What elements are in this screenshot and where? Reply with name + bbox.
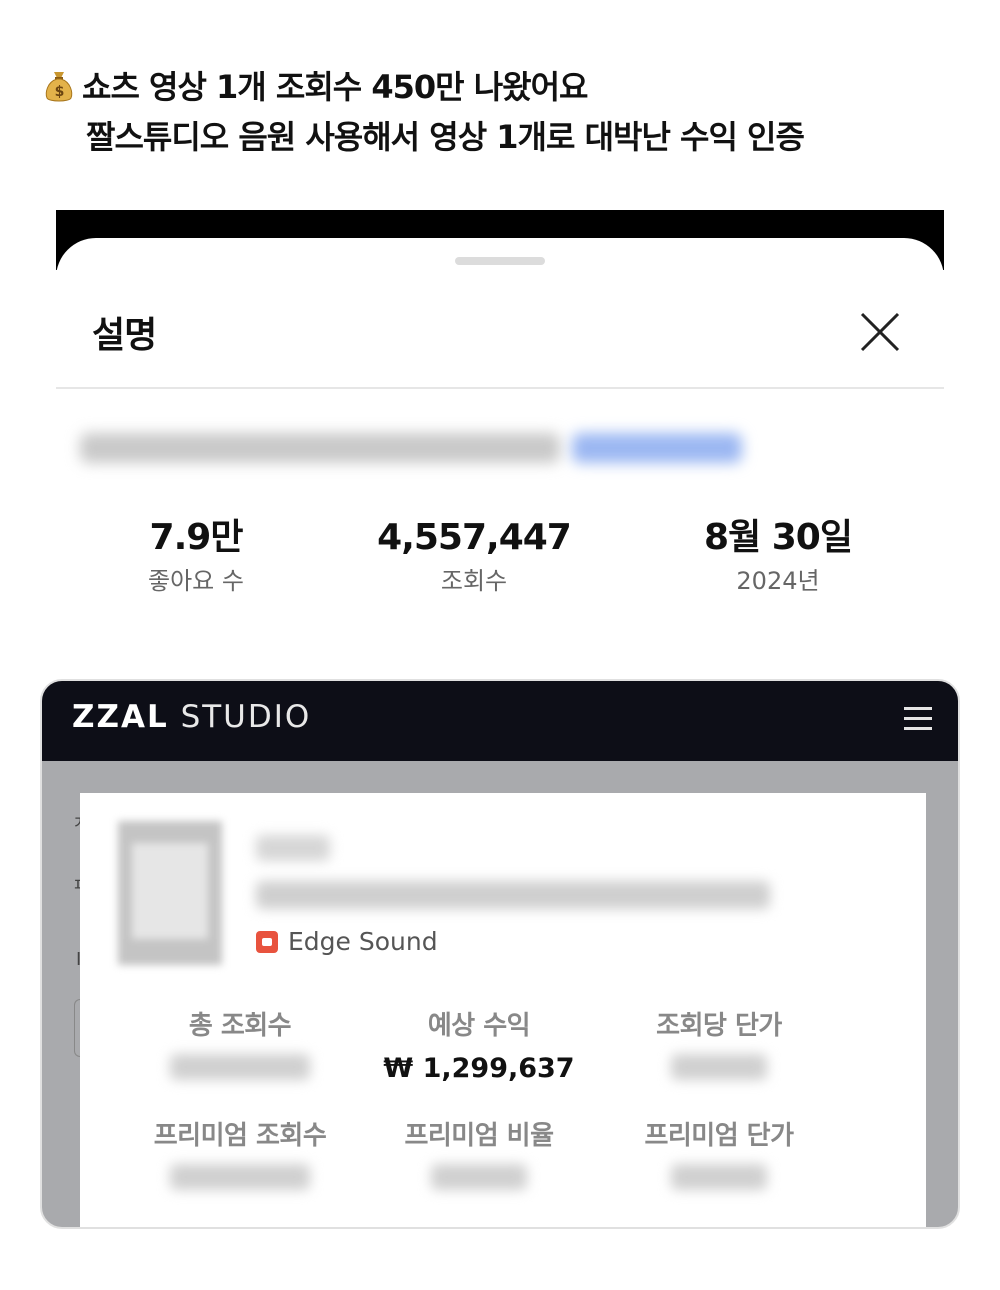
- zzal-studio-app: ZZAL STUDIO ㅈ ㅍ I Edge Sound 총 조회수 예상 수익…: [40, 679, 960, 1229]
- blurred-value: [671, 1164, 767, 1190]
- logo-strong: ZZAL: [72, 699, 169, 735]
- metric-premium-views: 프리미엄 조회수: [120, 1115, 360, 1190]
- year-label: 2024년: [736, 567, 820, 595]
- stat-date: 8월 30일 2024년: [648, 514, 908, 598]
- blurred-description: [80, 433, 560, 463]
- views-label: 조회수: [440, 567, 508, 595]
- headline-text-1: 쇼츠 영상 1개 조회수 450만 나왔어요: [82, 68, 588, 106]
- metric-premium-price: 프리미엄 단가: [599, 1115, 839, 1190]
- revenue-value: ₩ 1,299,637: [383, 1053, 575, 1084]
- blurred-channel-name: [256, 835, 330, 861]
- metric-label: 프리미엄 단가: [644, 1121, 794, 1151]
- metric-estimated-revenue: 예상 수익 ₩ 1,299,637: [359, 1005, 599, 1086]
- blurred-hashtag: [572, 433, 742, 463]
- metric-label: 예상 수익: [427, 1011, 531, 1041]
- headline: $ 쇼츠 영상 1개 조회수 450만 나왔어요 짤스튜디오 음원 사용해서 영…: [44, 62, 805, 162]
- blurred-video-title: [256, 881, 770, 909]
- video-revenue-card: Edge Sound 총 조회수 예상 수익 ₩ 1,299,637 조회당 단…: [80, 793, 926, 1227]
- zzal-studio-logo[interactable]: ZZAL STUDIO: [72, 699, 311, 735]
- sheet-title: 설명: [92, 315, 157, 356]
- sound-source: Edge Sound: [256, 927, 438, 956]
- views-value: 4,557,447: [377, 517, 572, 558]
- metric-label: 조회당 단가: [656, 1011, 782, 1041]
- sheet-grabber[interactable]: [455, 257, 545, 265]
- likes-value: 7.9만: [149, 517, 244, 558]
- metric-premium-ratio: 프리미엄 비율: [359, 1115, 599, 1190]
- hamburger-menu-icon[interactable]: [904, 707, 934, 733]
- stat-views: 4,557,447 조회수: [344, 514, 604, 598]
- logo-light: STUDIO: [180, 699, 312, 735]
- money-bag-icon: $: [45, 72, 73, 102]
- blurred-value: [170, 1164, 310, 1190]
- description-sheet: 설명 7.9만 좋아요 수 4,557,447 조회수 8월 30일 2024년: [56, 238, 944, 658]
- headline-line-1: $ 쇼츠 영상 1개 조회수 450만 나왔어요: [44, 62, 804, 112]
- edge-sound-icon: [256, 931, 278, 953]
- stat-likes: 7.9만 좋아요 수: [66, 514, 326, 598]
- metric-price-per-view: 조회당 단가: [599, 1005, 839, 1080]
- metric-label: 프리미엄 조회수: [153, 1121, 327, 1151]
- metric-label: 프리미엄 비율: [404, 1121, 554, 1151]
- sheet-divider: [56, 387, 944, 389]
- date-value: 8월 30일: [704, 517, 853, 558]
- blurred-value: [431, 1164, 527, 1190]
- blurred-value: [170, 1054, 310, 1080]
- video-thumbnail[interactable]: [118, 821, 222, 965]
- metric-label: 총 조회수: [188, 1011, 292, 1041]
- likes-label: 좋아요 수: [148, 567, 244, 595]
- headline-text-2: 짤스튜디오 음원 사용해서 영상 1개로 대박난 수익 인증: [86, 118, 805, 156]
- metric-total-views: 총 조회수: [120, 1005, 360, 1080]
- svg-text:$: $: [55, 84, 64, 100]
- close-icon[interactable]: [856, 308, 904, 356]
- sound-name: Edge Sound: [288, 927, 438, 956]
- app-header: ZZAL STUDIO: [42, 681, 958, 761]
- blurred-value: [671, 1054, 767, 1080]
